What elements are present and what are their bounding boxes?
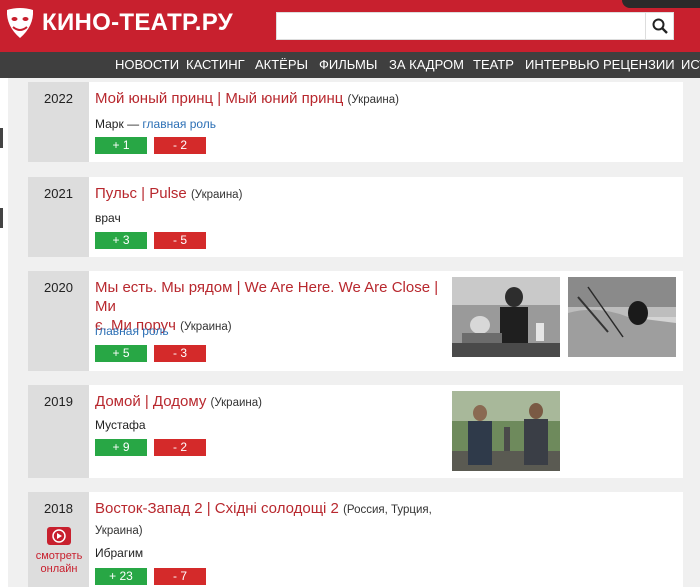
role-line: Марк — главная роль — [95, 117, 216, 131]
role-name: Ибрагим — [95, 546, 144, 560]
year-column: 2021 — [28, 177, 89, 257]
film-title[interactable]: Домой | Додому — [95, 393, 206, 410]
film-country: (Украина) — [210, 397, 262, 409]
window-tab — [622, 0, 700, 8]
vote-up-button[interactable]: + 23 — [95, 568, 147, 585]
role-line: главная роль — [95, 324, 169, 338]
main-nav: НОВОСТИ КАСТИНГ АКТЁРЫ ФИЛЬМЫ ЗА КАДРОМ … — [0, 52, 700, 78]
vote-up-button[interactable]: + 3 — [95, 232, 147, 249]
film-year: 2021 — [44, 186, 73, 201]
watch-online-button[interactable]: смотреть онлайн — [33, 527, 85, 576]
theatre-mask-icon — [6, 8, 34, 38]
search-button[interactable] — [646, 12, 674, 40]
film-title-line: Восток-Запад 2 | Східні солодощі 2 (Росс… — [95, 499, 475, 541]
year-column: 2019 — [28, 385, 89, 478]
play-icon — [47, 527, 71, 545]
vote-down-button[interactable]: - 3 — [154, 345, 206, 362]
edge-mark — [0, 128, 3, 148]
film-card: 2021 Пульс | Pulse (Украина) врач + 3 - … — [28, 177, 683, 257]
film-still-image[interactable] — [568, 277, 676, 357]
film-title-line: Пульс | Pulse (Украина) — [95, 184, 242, 205]
film-card: 2019 Домой | Додому (Украина) Мустафа + … — [28, 385, 683, 478]
nav-casting[interactable]: КАСТИНГ — [186, 57, 245, 72]
role-line: Мустафа — [95, 418, 146, 432]
vote-up-button[interactable]: + 1 — [95, 137, 147, 154]
film-still-image[interactable] — [452, 277, 560, 357]
film-country: (Россия, Турция, — [343, 504, 432, 516]
role-line: врач — [95, 211, 121, 225]
nav-news[interactable]: НОВОСТИ — [115, 57, 179, 72]
still-photo — [452, 277, 560, 357]
nav-actors[interactable]: АКТЁРЫ — [255, 57, 308, 72]
film-still-image[interactable] — [452, 391, 560, 471]
film-title-line: Мой юный принц | Мый юний принц (Украина… — [95, 89, 399, 110]
film-country: (Украина) — [180, 321, 232, 333]
watch-label-line2: онлайн — [40, 563, 78, 575]
film-year: 2020 — [44, 280, 73, 295]
film-card: 2018 смотреть онлайн Восток-Запад 2 | Сх… — [28, 492, 683, 587]
role-line: Ибрагим — [95, 546, 143, 560]
film-card: 2022 Мой юный принц | Мый юний принц (Ук… — [28, 82, 683, 162]
film-country: (Украина) — [190, 189, 243, 201]
nav-theatre[interactable]: ТЕАТР — [473, 57, 514, 72]
film-year: 2019 — [44, 394, 73, 409]
role-name: Марк — — [95, 117, 140, 131]
nav-films[interactable]: ФИЛЬМЫ — [319, 57, 377, 72]
site-logo[interactable]: КИНО-ТЕАТР.РУ — [4, 6, 233, 40]
year-column: 2022 — [28, 82, 89, 162]
film-year: 2022 — [44, 91, 73, 106]
role-name: врач — [95, 211, 121, 225]
vote-up-button[interactable]: + 5 — [95, 345, 147, 362]
still-photo — [452, 391, 560, 471]
film-year: 2018 — [44, 501, 73, 516]
vote-down-button[interactable]: - 2 — [154, 439, 206, 456]
role-link[interactable]: главная роль — [142, 117, 216, 131]
vote-up-button[interactable]: + 9 — [95, 439, 147, 456]
vote-down-button[interactable]: - 2 — [154, 137, 206, 154]
vote-down-button[interactable]: - 7 — [154, 568, 206, 585]
film-country: Украина) — [95, 525, 143, 537]
film-title[interactable]: Мой юный принц | Мый юний принц — [95, 90, 343, 107]
left-edge — [0, 78, 8, 587]
watch-label-line1: смотреть — [35, 550, 83, 562]
search-icon — [652, 18, 668, 34]
nav-interviews[interactable]: ИНТЕРВЬЮ — [525, 57, 599, 72]
film-card: 2020 Мы есть. Мы рядом | We Are Here. We… — [28, 271, 683, 371]
year-column: 2018 смотреть онлайн — [28, 492, 89, 587]
role-name: Мустафа — [95, 418, 146, 432]
nav-behind-scenes[interactable]: ЗА КАДРОМ — [389, 57, 464, 72]
nav-history[interactable]: ИСТ — [681, 57, 700, 72]
year-column: 2020 — [28, 271, 89, 371]
search-input[interactable] — [276, 12, 646, 40]
film-title-part: Мы есть. Мы рядом | We Are Here. We Are … — [95, 279, 439, 315]
film-title[interactable]: Восток-Запад 2 | Східні солодощі 2 — [95, 500, 339, 517]
still-photo — [568, 277, 676, 357]
film-title-line: Домой | Додому (Украина) — [95, 392, 262, 413]
edge-mark — [0, 208, 3, 228]
logo-text: КИНО-ТЕАТР.РУ — [42, 9, 233, 36]
film-title[interactable]: Пульс | Pulse — [95, 185, 187, 202]
nav-reviews[interactable]: РЕЦЕНЗИИ — [603, 57, 675, 72]
film-country: (Украина) — [347, 94, 399, 106]
vote-down-button[interactable]: - 5 — [154, 232, 206, 249]
role-link[interactable]: главная роль — [95, 324, 169, 338]
site-header: КИНО-ТЕАТР.РУ — [0, 0, 700, 52]
